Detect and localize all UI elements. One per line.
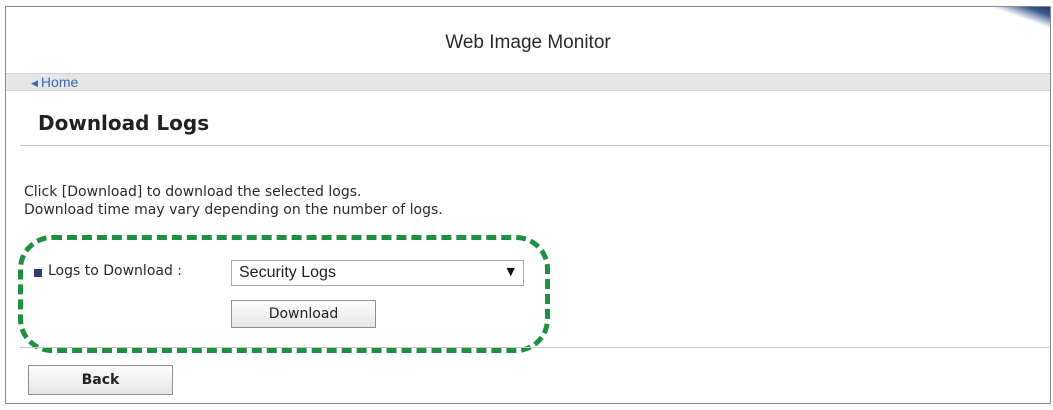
browser-frame: Web Image Monitor ◀ Home Download Logs Cl… <box>5 6 1051 404</box>
description-line-2: Download time may vary depending on the … <box>24 202 443 218</box>
logs-to-download-label: Logs to Download : <box>48 263 183 279</box>
home-link-label: Home <box>40 74 79 90</box>
footer-divider <box>20 347 1050 348</box>
caret-down-icon: ▼ <box>506 265 515 278</box>
nav-bar: ◀ Home <box>6 73 1050 91</box>
logs-select-value: Security Logs <box>239 264 336 281</box>
logs-select[interactable]: Security Logs ▼ <box>231 260 524 286</box>
back-button[interactable]: Back <box>28 365 173 395</box>
chevron-left-icon: ◀ <box>31 78 38 88</box>
app-title: Web Image Monitor <box>445 32 611 53</box>
download-button[interactable]: Download <box>231 300 376 328</box>
highlight-outline <box>18 235 550 353</box>
square-bullet-icon <box>34 269 42 277</box>
title-divider <box>20 145 1050 146</box>
home-link[interactable]: ◀ Home <box>31 74 78 92</box>
page-title: Download Logs <box>38 111 210 135</box>
description-line-1: Click [Download] to download the selecte… <box>24 184 362 200</box>
